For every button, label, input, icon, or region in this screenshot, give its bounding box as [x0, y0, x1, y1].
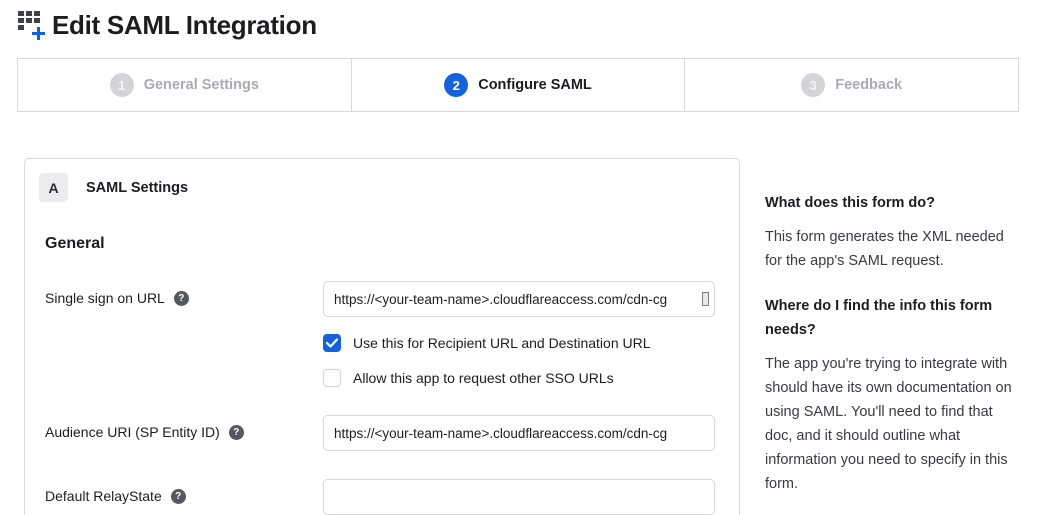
recipient-url-checkbox-row[interactable]: Use this for Recipient URL and Destinati…	[323, 334, 715, 352]
audience-uri-input[interactable]	[323, 415, 715, 451]
sidebar-text: The app you're trying to integrate with …	[765, 352, 1017, 496]
general-heading: General	[45, 235, 715, 253]
field-row-sso-url: Single sign on URL ? Use this for Recipi…	[45, 281, 715, 387]
plus-icon	[32, 27, 45, 40]
page-header: Edit SAML Integration	[0, 0, 1063, 45]
step-configure-saml[interactable]: 2 Configure SAML	[352, 59, 686, 111]
add-app-grid-icon	[18, 11, 48, 45]
default-relaystate-input[interactable]	[323, 479, 715, 515]
sidebar-section-where: Where do I find the info this form needs…	[765, 294, 1017, 496]
help-icon[interactable]: ?	[171, 489, 186, 504]
default-relaystate-label: Default RelayState	[45, 488, 162, 504]
sidebar-section-what: What does this form do? This form genera…	[765, 191, 1017, 273]
help-icon[interactable]: ?	[229, 425, 244, 440]
field-row-audience-uri: Audience URI (SP Entity ID) ?	[45, 415, 715, 451]
step-number-badge: 1	[110, 73, 134, 97]
step-label: Feedback	[835, 77, 902, 93]
page-title: Edit SAML Integration	[52, 8, 317, 42]
saml-settings-panel: A SAML Settings General Single sign on U…	[24, 158, 740, 515]
wizard-steps: 1 General Settings 2 Configure SAML 3 Fe…	[17, 58, 1019, 112]
audience-uri-label: Audience URI (SP Entity ID)	[45, 424, 220, 440]
step-label: Configure SAML	[478, 77, 592, 93]
sidebar-text: This form generates the XML needed for t…	[765, 225, 1017, 273]
section-letter-badge: A	[39, 173, 68, 202]
checkbox-label: Allow this app to request other SSO URLs	[353, 370, 614, 386]
text-cursor	[702, 292, 709, 306]
sidebar-heading: Where do I find the info this form needs…	[765, 294, 1017, 342]
help-sidebar: What does this form do? This form genera…	[765, 158, 1017, 496]
checkbox-checked-icon[interactable]	[323, 334, 341, 352]
field-row-default-relaystate: Default RelayState ? If no value is set,…	[45, 479, 715, 515]
checkbox-label: Use this for Recipient URL and Destinati…	[353, 335, 651, 351]
checkbox-unchecked-icon[interactable]	[323, 369, 341, 387]
step-number-badge: 3	[801, 73, 825, 97]
step-general-settings[interactable]: 1 General Settings	[18, 59, 352, 111]
step-label: General Settings	[144, 77, 259, 93]
sso-url-input[interactable]	[323, 281, 715, 317]
section-title: SAML Settings	[86, 180, 188, 196]
sidebar-heading: What does this form do?	[765, 191, 1017, 215]
sso-url-label: Single sign on URL	[45, 290, 165, 306]
step-number-badge: 2	[444, 73, 468, 97]
other-sso-urls-checkbox-row[interactable]: Allow this app to request other SSO URLs	[323, 369, 715, 387]
help-icon[interactable]: ?	[174, 291, 189, 306]
step-feedback[interactable]: 3 Feedback	[685, 59, 1018, 111]
